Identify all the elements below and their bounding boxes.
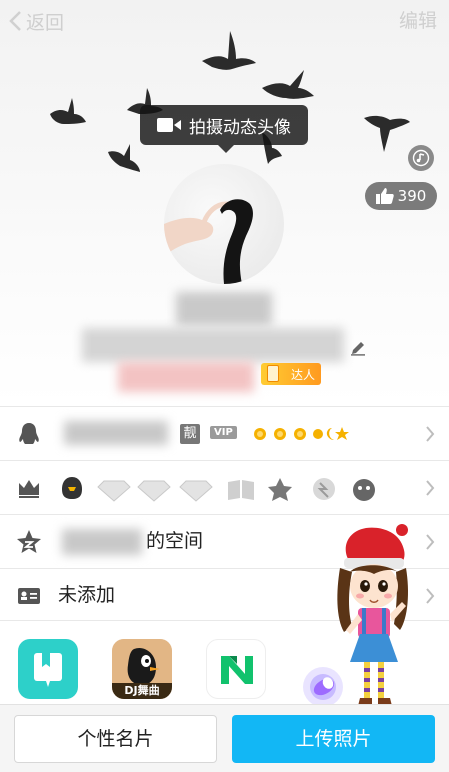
app-reader-icon[interactable] — [18, 639, 78, 699]
crown-icon — [19, 480, 39, 498]
edit-pencil-icon[interactable] — [350, 340, 366, 356]
privilege-row[interactable] — [0, 460, 449, 514]
app-n-icon[interactable] — [206, 639, 266, 699]
app-dj-music-icon[interactable]: DJ舞曲 — [112, 639, 172, 699]
nickname-redacted — [176, 292, 272, 326]
back-label: 返回 — [26, 11, 65, 34]
signature-redacted — [82, 328, 344, 362]
thumbs-up-icon — [375, 188, 394, 204]
level-icons — [254, 427, 349, 440]
card-label: 未添加 — [58, 584, 116, 606]
qq-number-redacted — [64, 421, 168, 445]
penguin-icon — [19, 423, 39, 444]
tag-redacted — [118, 362, 254, 392]
like-count: 390 — [397, 187, 427, 205]
privilege-icons — [62, 477, 375, 502]
music-note-icon — [412, 149, 430, 167]
talent-label: 达人 — [290, 367, 315, 382]
music-button[interactable] — [408, 145, 434, 171]
cartoon-girl-sticker — [337, 524, 408, 706]
avatar[interactable] — [164, 164, 284, 284]
id-card-icon — [18, 588, 40, 604]
tooltip-label: 拍摄动态头像 — [189, 117, 291, 138]
record-avatar-tooltip[interactable]: 拍摄动态头像 — [140, 105, 308, 153]
reader-glyph-icon — [34, 653, 62, 687]
cat-tail-photo — [164, 199, 253, 284]
bird-icon — [50, 98, 86, 124]
bird-icon — [364, 115, 410, 152]
liang-badge: 靓 — [180, 424, 200, 444]
chevron-right-icon — [426, 480, 435, 496]
talent-badge: 达人 — [261, 363, 321, 385]
dj-label: DJ舞曲 — [124, 684, 160, 697]
back-arrow-icon — [9, 11, 21, 31]
vip-badge: VIP — [210, 426, 237, 439]
bird-icon — [108, 144, 140, 172]
upload-photo-button[interactable]: 上传照片 — [232, 715, 435, 763]
bird-icon — [262, 70, 314, 99]
bird-icon — [202, 31, 256, 70]
like-button[interactable]: 390 — [365, 182, 437, 210]
qq-row[interactable]: 靓 VIP — [0, 406, 449, 460]
qzone-label: 的空间 — [146, 530, 204, 552]
bottom-bar: 个性名片 上传照片 — [0, 704, 449, 772]
n-glyph-icon — [221, 656, 253, 684]
chevron-right-icon — [426, 426, 435, 442]
back-button[interactable]: 返回 — [8, 6, 64, 36]
qzone-name-redacted — [62, 529, 142, 555]
chevron-right-icon — [426, 588, 435, 604]
phone-icon — [267, 365, 279, 382]
chevron-right-icon — [426, 534, 435, 550]
video-camera-icon — [157, 118, 181, 132]
profile-header: 返回 编辑 拍摄动态头像 390 达人 — [0, 0, 449, 405]
qzone-star-icon — [17, 530, 41, 553]
profile-card-button[interactable]: 个性名片 — [14, 715, 217, 763]
edit-button[interactable]: 编辑 — [399, 6, 437, 36]
